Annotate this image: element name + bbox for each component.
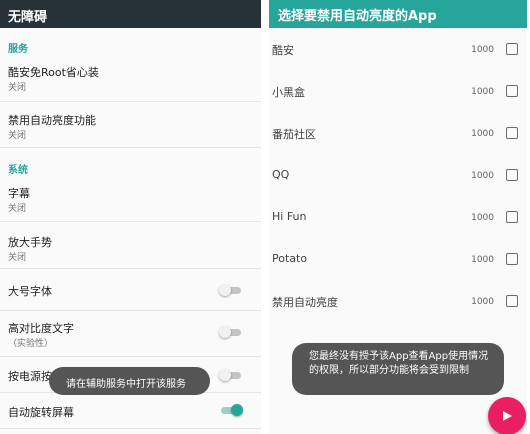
- app-checkbox[interactable]: [506, 127, 518, 139]
- accessibility-screen: 无障碍 服务 酷安免Root省心装 关闭 禁用自动亮度功能 关闭 系统 字幕 关…: [0, 0, 261, 434]
- app-count: 1000: [471, 171, 494, 181]
- permission-toast: 您最终没有授予该App查看App使用情况的权限，所以部分功能将会受到限制: [292, 343, 504, 395]
- play-icon: [503, 411, 512, 421]
- app-list-item-qq[interactable]: QQ 1000: [269, 155, 527, 197]
- setting-title: 禁用自动亮度功能: [8, 114, 96, 127]
- app-list-item-potato[interactable]: Potato 1000: [269, 239, 527, 281]
- app-count: 1000: [471, 255, 494, 265]
- toggle-thumb: [231, 404, 243, 416]
- app-list-item-disable-brightness[interactable]: 禁用自动亮度 1000: [269, 281, 527, 323]
- app-list-item-fanqie[interactable]: 番茄社区 1000: [269, 113, 527, 155]
- setting-title: 酷安免Root省心装: [8, 66, 99, 79]
- toggle-thumb: [219, 326, 231, 338]
- app-name: Potato: [272, 252, 308, 265]
- app-count: 1000: [471, 45, 494, 55]
- app-list-item-xiaoheihe[interactable]: 小黑盒 1000: [269, 71, 527, 113]
- power-button-toggle[interactable]: [219, 369, 241, 381]
- app-name: QQ: [272, 168, 290, 181]
- app-bar: 选择要禁用自动亮度的App: [269, 0, 527, 28]
- large-text-toggle[interactable]: [219, 284, 241, 296]
- setting-row-auto-rotate[interactable]: 自动旋转屏幕: [0, 393, 261, 429]
- setting-row-captions[interactable]: 字幕 关闭: [0, 176, 261, 222]
- app-checkbox[interactable]: [506, 295, 518, 307]
- app-checkbox[interactable]: [506, 85, 518, 97]
- setting-row-high-contrast-text[interactable]: 高对比度文字 （实验性）: [0, 311, 261, 357]
- toggle-thumb: [219, 284, 231, 296]
- setting-title: 自动旋转屏幕: [8, 406, 74, 419]
- page-title: 无障碍: [8, 10, 48, 25]
- auto-rotate-toggle[interactable]: [221, 404, 243, 416]
- setting-subtitle: 关闭: [8, 204, 27, 214]
- app-picker-screen: 选择要禁用自动亮度的App 酷安 1000 小黑盒 1000 番茄社区 1000…: [269, 0, 527, 434]
- app-name: 禁用自动亮度: [272, 296, 338, 309]
- app-checkbox[interactable]: [506, 43, 518, 55]
- setting-title: 放大手势: [8, 236, 52, 249]
- setting-row-disable-auto-brightness[interactable]: 禁用自动亮度功能 关闭: [0, 102, 261, 148]
- app-bar: 无障碍: [0, 0, 261, 28]
- app-name: Hi Fun: [272, 210, 307, 223]
- app-count: 1000: [471, 297, 494, 307]
- app-name: 酷安: [272, 44, 294, 57]
- high-contrast-toggle[interactable]: [219, 326, 241, 338]
- setting-title: 高对比度文字: [8, 322, 74, 335]
- setting-subtitle: 关闭: [8, 253, 27, 263]
- section-header-services: 服务: [8, 44, 28, 55]
- setting-title: 字幕: [8, 187, 30, 200]
- app-checkbox[interactable]: [506, 169, 518, 181]
- setting-row-large-text[interactable]: 大号字体: [0, 269, 261, 311]
- app-checkbox[interactable]: [506, 253, 518, 265]
- page-title: 选择要禁用自动亮度的App: [278, 9, 437, 24]
- setting-subtitle: （实验性）: [8, 339, 54, 349]
- app-count: 1000: [471, 129, 494, 139]
- toast-message: 请在辅助服务中打开该服务: [49, 367, 210, 395]
- setting-subtitle: 关闭: [8, 83, 27, 93]
- app-count: 1000: [471, 213, 494, 223]
- section-header-system: 系统: [8, 165, 28, 176]
- play-button[interactable]: [488, 397, 526, 434]
- app-count: 1000: [471, 87, 494, 97]
- setting-subtitle: 关闭: [8, 131, 27, 141]
- app-name: 番茄社区: [272, 128, 316, 141]
- app-name: 小黑盒: [272, 86, 305, 99]
- app-list-item-coolapk[interactable]: 酷安 1000: [269, 29, 527, 71]
- setting-row-magnification[interactable]: 放大手势 关闭: [0, 222, 261, 269]
- toggle-thumb: [219, 369, 231, 381]
- app-list-item-hifun[interactable]: Hi Fun 1000: [269, 197, 527, 239]
- app-checkbox[interactable]: [506, 211, 518, 223]
- setting-row-coolapk-install[interactable]: 酷安免Root省心装 关闭: [0, 56, 261, 102]
- setting-title: 大号字体: [8, 285, 52, 298]
